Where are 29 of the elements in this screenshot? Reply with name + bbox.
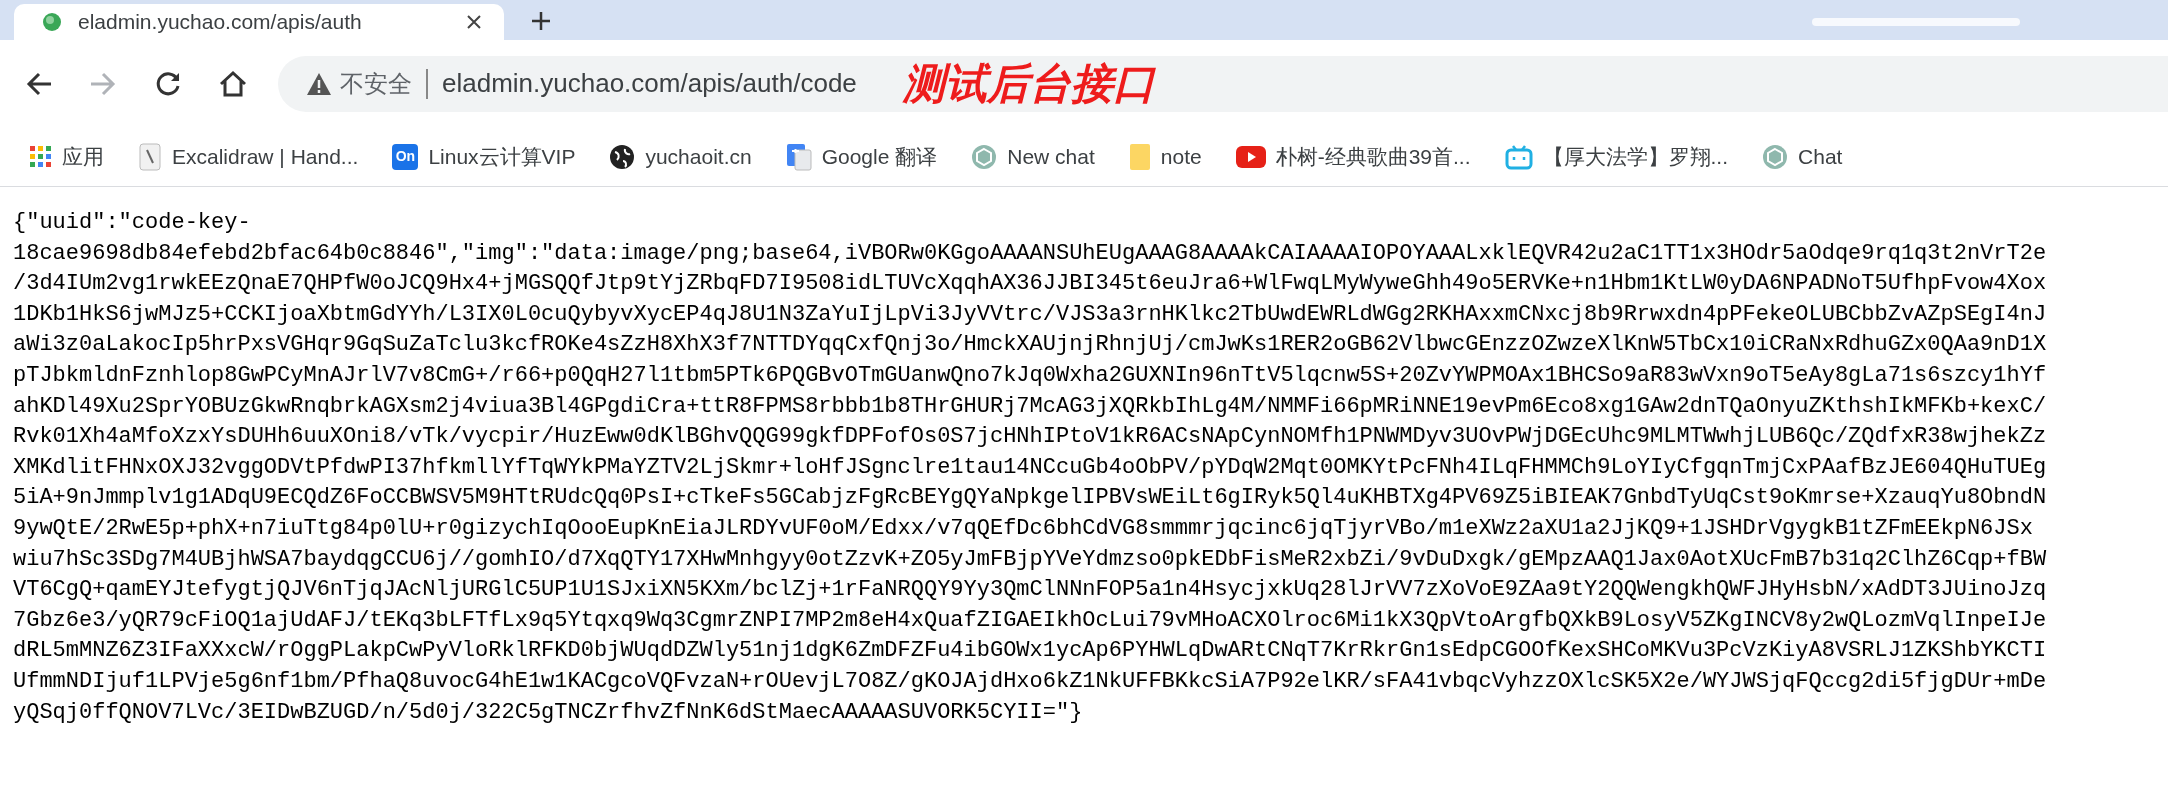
bookmark[interactable]: 朴树-经典歌曲39首... [1235, 140, 1471, 173]
bookmark[interactable]: 【厚大法学】罗翔... [1504, 140, 1729, 173]
reload-icon[interactable] [154, 69, 182, 98]
bookmark[interactable]: Excalidraw | Hand... [138, 140, 359, 173]
folder-icon [1128, 142, 1151, 171]
address-bar[interactable]: 不安全 eladmin.yuchao.com/apis/auth/code 测试后台接口 [278, 55, 2168, 112]
apps-icon [30, 145, 52, 168]
new-tab-icon[interactable] [530, 10, 552, 32]
bookmark[interactable]: note [1128, 140, 1202, 173]
translate-icon [785, 142, 812, 171]
home-icon[interactable] [218, 69, 248, 98]
annotation-text: 测试后台接口 [902, 59, 1155, 109]
url-text: eladmin.yuchao.com/apis/auth/code [442, 67, 857, 100]
bookmark[interactable]: yuchaoit.cn [609, 140, 752, 173]
page-icon [138, 142, 162, 171]
bookmark[interactable]: New chat [971, 140, 1095, 173]
site-badge: On [392, 143, 419, 170]
bookmark[interactable]: On Linux云计算VIP [392, 140, 576, 173]
warning-icon [306, 71, 332, 96]
bookmark[interactable]: Chat [1762, 140, 1843, 173]
tv-icon [1504, 143, 1533, 170]
bookmark[interactable]: Google 翻译 [785, 140, 938, 173]
tab-title: eladmin.yuchao.com/apis/auth [78, 9, 363, 36]
response-json: {"uuid":"code-key- 18cae9698db84efebd2bfac64b0c8846","img":"data:image/png;base64,iVBORw0KGgoAAAANSUhEUgAAAG8AAAAkCAIAAAAIOPOYAAALxklEQVR42u2aC1TT1x3HOdr5aOdqe9rq1q3t2nVrT2e /3d4IUm2vg1rwkEEzQnaE7QHPfW0oJCQ9Hx4+jMGSQQfJtp9tYjZRbqFD7I9508idLTUVcXqqhAX36JJBI345t6euJra6+WlFwqLMyWyweGhh49o5ERVKe+n1Hbm1KtLW0yDA6NPADNoT5UfhpFvow4Xox 1DKb1HkS6jwMJz5+CCKIjoaXbtmGdYYh/L3IX0L0cuQybyvXycEP4qJ8U1N3ZaYuIjLpVi3JyVVtrc/VJS3a3rnHKlkc2TbUwdEWRLdWGg2RKHAxxmCNxcj8b9Rrwxdn4pPFekeOLUBCbbZvAZpSEgI4nJ aWi3z0aLakocIp5hrPxsVGHqr9GqSuZaTclu3kcfROKe4sZzH8XhX3f7NTTDYqqCxfQnj3o/HmckXAUjnjRhnjUj/cmJwKs1RER2oGB62VlbwcGEnzzOZwzeXlKnW5TbCx10iCRaNxRdhuGZx0QAa9nD1X pTJbkmldnFznhlop8GwPCyMnAJrlV7v8CmG+/r66+p0QqH27l1tbm5PTk6PQGBvOTmGUanwQno7kJq0Wxha2GUXNIn96nTtV5lqcnw5S+20ZvYWPMOAx1BHCSo9aR83wVxn9oT5eAy8gLa71s6szcy1hYf ahKDl49Xu2SprYOBUzGkwRnqbrkAGXsm2j4viua3Bl4GPgdiCra+ttR8FPMS8rbbb1b8THrGHURj7McAG3jXQRkbIhLg4M/NMMFi66pMRiNNE19evPm6Eco8xg1GAw2dnTQaOnyuZKthshIkMFKb+kexC/ Rvk01Xh4aMfoXzxYsDUHh6uuXOni8/vTk/vycpir/HuzEww0dKlBGhvQQG99gkfDPFofOs0S7jcHNhIPtoV1kR6ACsNApCynNOMfh1PNWMDyv3UOvPWjDGEcUhc9MLMTWwhjLUB6Qc/ZQdfxR38wjhekZz XMKdlitFHNxOXJ32vggODVtPfdwPI37hfkmllYfTqWYkPMaYZTV2LjSkmr+loHfJSgnclre1tau14NCcuGb4oObPV/pYDqW2Mqt0OMKYtPcFNh4ILqFHMMCh9LoYIyCfgqnTmjCxPAafBzJE604QHuTUEg 5iA+9nJmmplv1g1ADqU9ECQdZ6FoCCBWSV5M9HTtRUdcQq0PsI+cTkeFs5GCabjzFgRcBEYgQYaNpkgelIPBVsWEiLt6gIRyk5Ql4uKHBTXg4PV69Z5iBIEAK7GnbdTyUqCst9oKmrse+XzauqYu8ObndN 9ywQtE/2RwE5p+phX+n7iuTtg84p0lU+r0gizychIqOooEupKnEiaJLRDYvUF0oM/Edxx/v7qQEfDc6bhCdVG8smmmrjqcinc6jqTjyrVBo/m1eXWz2aXU1a2JjKQ9+1JSHDrVgygkB1tZFmEEkpN6JSx wiu7hSc3SDg7M4UBjhWSA7baydqgCCU6j//gomhIO/d7XqQTY17XHwMnhgyy0otZzvK+ZO5yJmFBjpYVeYdmzso0pkEDbFisMeR2xbZi/9vDuDxgk/gEMpzAAQ1Jax0AotXUcFmB7b31q2ClhZ6Cqp+fBW VT6CgQ+qamEYJtefygtjQJV6nTjqJAcNljURGlC5UP1U1SJxiXN5KXm/bclZj+1rFaNRQQY9Yy3QmClNNnFOP5a1n4HsycjxkUq28lJrVV7zXoVoE9ZAa9tY2QQWengkhQWFJHyHsbN/xAdDT3JUinoJzq 7Gbz6e3/yQR79cFiOQ1ajUdAFJ/tEKq3bLFTfLx9q5Ytqxq9Wq3CgmrZNPI7MP2m8eH4xQuafZIGAEIkhOcLui79vMHoACXOlroc6Mi1kX3QpVtoArgfbQXkB9LosyV5ZKgINCV8y2wQLozmVqlInpeIJe dRL5mMNZ6Z3IFaXXxcW/rOggPLakpCwPyVloRklRFKD0bjWUqdDZWly51nj1dgK6ZmDFZFu4ibGOWx1ycAp6PYHWLqDwARtCNqT7KrRkrGn1sEdpCGOOfKexSHCoMKVu3PcVzKiyA8VSRLJ1ZKShbYKCTI UfmmNDIjuf1LPVje5g6nf1bm/PfhaQ8uvocG4hE1w1KACgcoVQFvzaN+rOUevjL7O8Z/gKOJAjdHxo6kZ1NkUFFBKkcSiA7P92elKR/sFA41vbqcVyhzzOXlcSK5X2e/WYJWSjqFQccg2di5fjgDUr+mDe yQSqj0ffQNOV7LVc/3EIDwBZUGD/n/5d0j/322C5gTNCZrfhvZfNnK6dStMaecAAAAASUVORK5CYII="} [12, 209, 2048, 727]
close-icon[interactable] [466, 14, 482, 30]
bookmark[interactable]: 应用 [30, 140, 104, 173]
security-label: 不安全 [340, 68, 412, 99]
browser-tab[interactable]: eladmin.yuchao.com/apis/auth [14, 4, 504, 40]
play-icon [1235, 145, 1266, 168]
